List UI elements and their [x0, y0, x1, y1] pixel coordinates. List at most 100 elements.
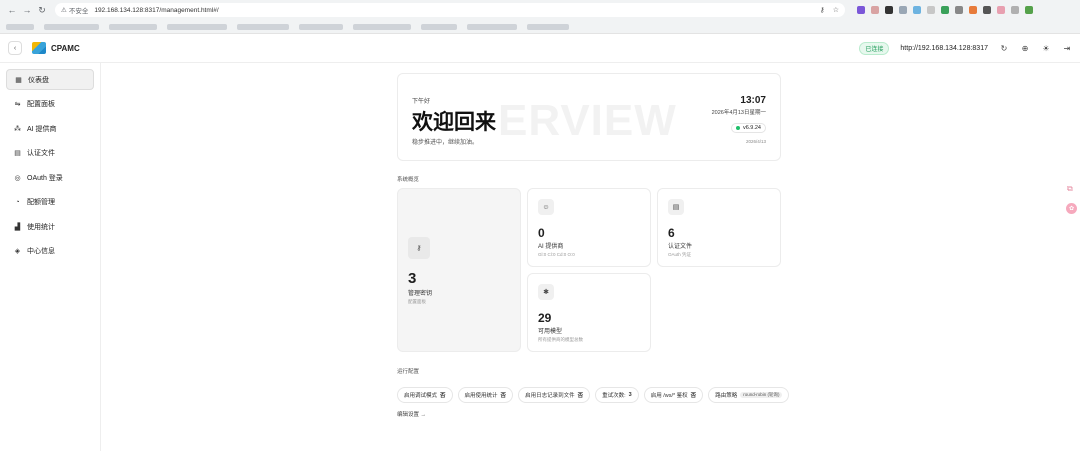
extension-icon[interactable]: [885, 6, 893, 14]
sidebar-item-usage[interactable]: ▟ 使用统计: [6, 216, 94, 237]
browser-toolbar: ← → ↻ ⚠ 不安全 192.168.134.128:8317/managem…: [0, 0, 1080, 20]
url-text: 192.168.134.128:8317/management.html#/: [94, 6, 219, 14]
sliders-icon: ⇋: [14, 101, 21, 108]
dashboard-icon: ▦: [15, 76, 22, 84]
runtime-config-chips: 启用调试模式 否 启用使用统计 否 启用日志记录到文件 否 重试次数: 3 启用…: [397, 387, 790, 403]
status-dot-icon: [735, 126, 740, 130]
network-icon: ⁂: [14, 125, 21, 133]
app-header: ‹ CPAMC 已连接 http://192.168.134.128:8317 …: [0, 34, 1080, 63]
sidebar-item-quota[interactable]: ◔ 配额管理: [6, 192, 94, 213]
sidebar-item-dashboard[interactable]: ▦ 仪表盘: [6, 69, 94, 90]
current-date: 2026年4月13日星期一: [711, 110, 766, 116]
stat-card-management-keys[interactable]: ⚷ 3 管理密钥 配置面板: [397, 188, 521, 352]
bookmark-item[interactable]: [6, 23, 34, 30]
stat-title: 认证文件: [668, 244, 693, 250]
sidebar-nav: ▦ 仪表盘 ⇋ 配置面板 ⁂ AI 提供商 ▤ 认证文件 ◎ OAuth 登录 …: [0, 63, 101, 451]
clock-panel: 13:07 2026年4月13日星期一 v6.9.24 2026/4/13: [712, 95, 766, 144]
version-badge: v6.9.24: [730, 123, 766, 133]
reload-icon[interactable]: ↻: [36, 4, 48, 16]
language-icon[interactable]: ⊕: [1020, 44, 1030, 53]
welcome-card: ERVIEW 下午好 欢迎回来 稳步推进中，继续加油。 13:07 2026年4…: [397, 73, 781, 161]
logout-icon[interactable]: ⇥: [1062, 44, 1072, 53]
extension-icon[interactable]: [997, 6, 1005, 14]
sidebar-item-auth-files[interactable]: ▤ 认证文件: [6, 143, 94, 164]
bookmark-item[interactable]: [44, 23, 99, 30]
extension-icon[interactable]: [927, 6, 935, 14]
stat-value: 6: [668, 226, 675, 240]
stat-card-available-models[interactable]: ✱ 29 可用模型 所有提供商的模型总数: [527, 273, 651, 352]
assistant-icon[interactable]: ✿: [1066, 203, 1077, 214]
extension-icon[interactable]: [871, 6, 879, 14]
bookmark-item[interactable]: [421, 23, 457, 30]
extension-icon[interactable]: [857, 6, 865, 14]
config-chip-debug: 启用调试模式 否: [397, 387, 453, 403]
stat-subtitle: 配置面板: [408, 299, 426, 304]
stat-card-auth-files[interactable]: ▤ 6 认证文件 OAuth 凭证: [657, 188, 781, 267]
forward-icon[interactable]: →: [21, 4, 33, 16]
address-bar[interactable]: ⚠ 不安全 192.168.134.128:8317/management.ht…: [55, 3, 845, 17]
server-endpoint: http://192.168.134.128:8317: [900, 44, 988, 52]
edit-settings-link[interactable]: 编辑设置 →: [397, 410, 426, 418]
extension-icon[interactable]: [1011, 6, 1019, 14]
key-icon: ⚷: [408, 237, 430, 259]
sidebar-item-info[interactable]: ◈ 中心信息: [6, 241, 94, 262]
gauge-icon: ◔: [15, 198, 20, 206]
section-title-runtime: 运行配置: [397, 369, 420, 375]
extension-icon[interactable]: [1025, 6, 1033, 14]
stat-subtitle: OAuth 凭证: [668, 252, 692, 257]
info-icon: ◈: [14, 248, 21, 255]
bookmarks-bar: [0, 20, 1080, 34]
stat-title: 可用模型: [538, 329, 563, 335]
bookmark-item[interactable]: [527, 23, 569, 30]
theme-toggle-icon[interactable]: ☀: [1041, 44, 1051, 53]
collapse-sidebar-button[interactable]: ‹: [8, 41, 22, 55]
extension-icon[interactable]: [969, 6, 977, 14]
security-warning[interactable]: ⚠ 不安全: [61, 5, 88, 15]
stat-title: 管理密钥: [408, 291, 433, 297]
stat-title: AI 提供商: [538, 244, 564, 250]
bookmark-item[interactable]: [299, 23, 343, 30]
sidebar-item-config[interactable]: ⇋ 配置面板: [6, 94, 94, 115]
bookmark-item[interactable]: [109, 23, 157, 30]
config-chip-ws-auth: 启用 /ws/* 鉴权 否: [643, 387, 704, 403]
brand-name: CPAMC: [51, 43, 80, 53]
stat-value: 0: [538, 226, 545, 240]
stat-subtitle: 所有提供商的模型总数: [538, 337, 583, 342]
bar-chart-icon: ▟: [14, 223, 21, 231]
back-icon[interactable]: ←: [6, 4, 18, 16]
config-chip-retry-count: 重试次数: 3: [595, 387, 639, 403]
extension-icon[interactable]: [899, 6, 907, 14]
extension-icon[interactable]: [913, 6, 921, 14]
bookmark-item[interactable]: [353, 23, 411, 30]
extension-icon[interactable]: [955, 6, 963, 14]
shield-icon: ◎: [14, 174, 21, 182]
document-icon: ▤: [668, 199, 684, 215]
warning-icon: ⚠: [61, 7, 67, 14]
stat-card-ai-providers[interactable]: ☺ 0 AI 提供商 Gl:0 Cl:0 Cd:0 O:0: [527, 188, 651, 267]
section-title-overview: 系统概览: [397, 177, 420, 183]
star-icon[interactable]: ☆: [833, 6, 839, 14]
translate-icon[interactable]: ⧉: [1067, 184, 1073, 194]
bookmark-item[interactable]: [237, 23, 289, 30]
extension-icon[interactable]: [941, 6, 949, 14]
build-date: 2026/4/13: [745, 139, 766, 144]
file-icon: ▤: [14, 150, 21, 157]
sidebar-item-ai-providers[interactable]: ⁂ AI 提供商: [6, 118, 94, 139]
sidebar-item-oauth[interactable]: ◎ OAuth 登录: [6, 167, 94, 188]
connection-status-badge: 已连接: [859, 41, 890, 55]
refresh-icon[interactable]: ↻: [999, 44, 1009, 53]
extension-icon[interactable]: [983, 6, 991, 14]
sparkles-icon: ✱: [538, 284, 554, 300]
extensions-bar: [857, 6, 1033, 14]
brand-logo: [32, 42, 46, 54]
config-chip-routing: 路由策略 round-robin (轮询): [708, 387, 790, 403]
stat-subtitle: Gl:0 Cl:0 Cd:0 O:0: [538, 252, 575, 257]
stat-value: 3: [408, 270, 417, 287]
config-chip-usage-stats: 启用使用统计 否: [457, 387, 514, 403]
config-chip-file-logging: 启用日志记录到文件 否: [518, 387, 591, 403]
chevron-left-icon: ‹: [13, 44, 17, 52]
bookmark-item[interactable]: [467, 23, 517, 30]
current-time: 13:07: [740, 95, 766, 106]
key-icon[interactable]: ⚷: [820, 6, 825, 14]
bookmark-item[interactable]: [167, 23, 227, 30]
